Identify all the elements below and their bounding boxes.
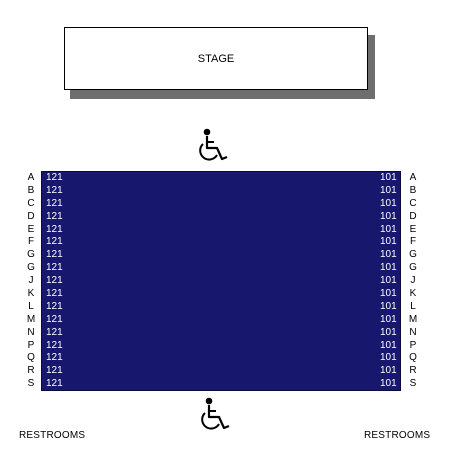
seat-number: 101 xyxy=(380,197,397,209)
row-label: G xyxy=(409,262,417,274)
stage-label: STAGE xyxy=(197,52,235,65)
row-label: D xyxy=(409,210,417,222)
row-label: R xyxy=(27,365,35,377)
seat-numbers-left: 121 121 121 121 121 121 121 121 121 121 121 121 121 1… xyxy=(46,172,63,391)
row-label: D xyxy=(27,210,35,222)
seat-number: 101 xyxy=(380,275,397,287)
wheelchair-icon xyxy=(201,397,230,430)
row-label: P xyxy=(409,339,417,351)
stage: STAGE xyxy=(64,27,368,90)
seat-number: 121 xyxy=(46,249,63,261)
row-label: Q xyxy=(27,352,35,364)
seat-number: 101 xyxy=(380,262,397,274)
row-label: F xyxy=(27,236,35,248)
row-label: L xyxy=(410,300,416,312)
row-label: G xyxy=(27,262,35,274)
seat-number: 101 xyxy=(380,210,397,222)
row-label: S xyxy=(409,378,417,390)
seat-number: 101 xyxy=(380,339,397,351)
seat-number: 121 xyxy=(46,288,63,300)
seat-number: 101 xyxy=(380,352,397,364)
row-label: S xyxy=(27,378,35,390)
row-label: N xyxy=(27,326,35,338)
wheelchair-icon xyxy=(199,128,228,161)
row-label: K xyxy=(27,288,35,300)
seat-number: 121 xyxy=(46,339,63,351)
row-label: B xyxy=(27,184,35,196)
row-label: C xyxy=(27,197,35,209)
row-label: G xyxy=(409,249,417,261)
row-label: C xyxy=(409,197,417,209)
restrooms-right-label: RESTROOMS xyxy=(364,430,431,441)
seat-number: 101 xyxy=(380,300,397,312)
row-label: E xyxy=(27,223,35,235)
row-label: E xyxy=(409,223,417,235)
row-label: B xyxy=(409,184,417,196)
seat-number: 121 xyxy=(46,313,63,325)
row-label: J xyxy=(28,275,34,287)
row-label: M xyxy=(26,313,36,325)
seat-number: 101 xyxy=(380,223,397,235)
seat-number: 121 xyxy=(46,326,63,338)
restrooms-left-label: RESTROOMS xyxy=(19,430,86,441)
seat-number: 101 xyxy=(380,172,397,183)
seat-number: 121 xyxy=(46,262,63,274)
seating-section[interactable] xyxy=(41,171,401,391)
row-label: G xyxy=(27,249,35,261)
seat-number: 121 xyxy=(46,236,63,248)
seat-number: 101 xyxy=(380,249,397,261)
seat-number: 121 xyxy=(46,275,63,287)
row-labels-right: ABCDEFGGJKLMNPQRS xyxy=(406,172,420,391)
seat-number: 121 xyxy=(46,172,63,183)
row-label: K xyxy=(409,288,417,300)
row-label: N xyxy=(409,326,417,338)
row-labels-left: ABCDEFGGJKLMNPQRS xyxy=(24,172,38,391)
row-label: A xyxy=(409,172,417,183)
seat-number: 121 xyxy=(46,210,63,222)
row-label: J xyxy=(410,275,416,287)
row-label: F xyxy=(409,236,417,248)
row-label: R xyxy=(409,365,417,377)
seat-number: 101 xyxy=(380,236,397,248)
seat-number: 101 xyxy=(380,365,397,377)
row-label: M xyxy=(408,313,418,325)
row-label: A xyxy=(27,172,35,183)
seat-number: 101 xyxy=(380,288,397,300)
seat-number: 121 xyxy=(46,184,63,196)
seat-number: 121 xyxy=(46,300,63,312)
seat-number: 101 xyxy=(380,326,397,338)
seat-number: 121 xyxy=(46,378,63,390)
seat-number: 121 xyxy=(46,197,63,209)
row-label: L xyxy=(28,300,34,312)
seat-number: 101 xyxy=(380,378,397,390)
row-label: Q xyxy=(409,352,417,364)
seat-number: 121 xyxy=(46,352,63,364)
seat-numbers-right: 101 101 101 101 101 101 101 101 101 101 101 101 101 1… xyxy=(380,172,397,391)
seat-number: 101 xyxy=(380,184,397,196)
row-label: P xyxy=(27,339,35,351)
seat-number: 101 xyxy=(380,313,397,325)
seat-number: 121 xyxy=(46,223,63,235)
seat-number: 121 xyxy=(46,365,63,377)
